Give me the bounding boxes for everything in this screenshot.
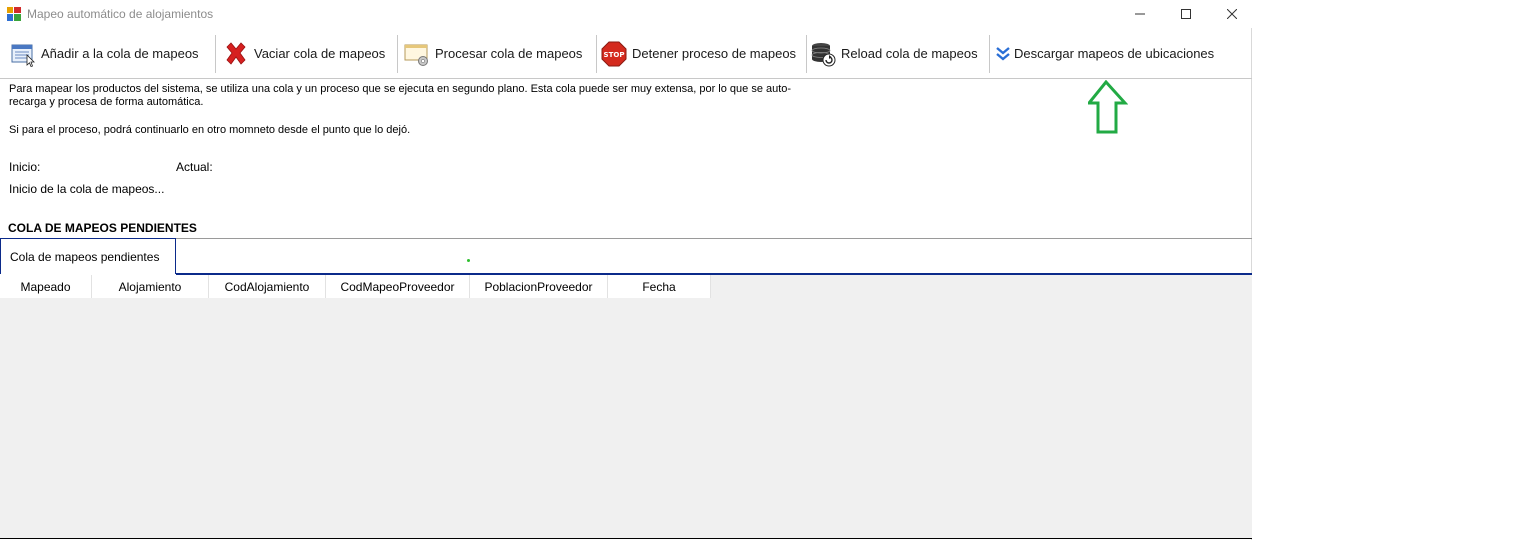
toolbar: Añadir a la cola de mapeos Vaciar cola d… <box>0 29 1252 79</box>
stop-process-label: Detener proceso de mapeos <box>632 46 797 61</box>
actual-label: Actual: <box>176 160 213 174</box>
section-divider <box>0 238 1252 239</box>
reload-queue-button[interactable]: Reload cola de mapeos <box>810 29 978 78</box>
stop-process-button[interactable]: STOP Detener proceso de mapeos <box>601 29 796 78</box>
app-icon <box>7 7 21 21</box>
column-header-mapeado[interactable]: Mapeado <box>0 275 92 298</box>
description-line-1: Para mapear los productos del sistema, s… <box>9 83 792 95</box>
toolbar-separator <box>596 35 597 73</box>
process-queue-button[interactable]: Procesar cola de mapeos <box>404 29 582 78</box>
minimize-button[interactable] <box>1117 0 1163 28</box>
column-header-fecha[interactable]: Fecha <box>608 275 711 298</box>
annotation-arrow-up-icon <box>1088 80 1128 134</box>
toolbar-separator <box>806 35 807 73</box>
minimize-icon <box>1135 13 1145 15</box>
description-line-3: Si para el proceso, podrá continuarlo en… <box>9 124 411 136</box>
window-title: Mapeo automático de alojamientos <box>27 7 214 21</box>
database-reload-icon <box>810 41 836 67</box>
reload-queue-label: Reload cola de mapeos <box>841 46 978 61</box>
stop-sign-icon: STOP <box>601 41 627 67</box>
add-to-queue-icon <box>10 41 36 67</box>
close-button[interactable] <box>1209 0 1255 28</box>
activity-dot <box>467 259 470 262</box>
process-queue-label: Procesar cola de mapeos <box>435 46 583 61</box>
download-location-mappings-button[interactable]: Descargar mapeos de ubicaciones <box>995 29 1214 78</box>
column-header-codalojamiento[interactable]: CodAlojamiento <box>209 275 326 298</box>
title-bar: Mapeo automático de alojamientos <box>0 0 1252 28</box>
svg-text:STOP: STOP <box>604 51 625 59</box>
maximize-icon <box>1181 9 1191 19</box>
download-location-mappings-label: Descargar mapeos de ubicaciones <box>1014 46 1215 61</box>
pending-queue-grid[interactable]: Mapeado Alojamiento CodAlojamiento CodMa… <box>0 275 1252 539</box>
add-to-queue-button[interactable]: Añadir a la cola de mapeos <box>10 29 199 78</box>
main-window: Mapeo automático de alojamientos Añadir … <box>0 0 1252 540</box>
tab-pending-queue[interactable]: Cola de mapeos pendientes <box>0 238 176 274</box>
toolbar-separator <box>215 35 216 73</box>
empty-queue-label: Vaciar cola de mapeos <box>254 46 386 61</box>
grid-header-row: Mapeado Alojamiento CodAlojamiento CodMa… <box>0 275 711 298</box>
column-header-codmapeoproveedor[interactable]: CodMapeoProveedor <box>326 275 470 298</box>
double-chevron-down-icon <box>995 41 1011 67</box>
column-header-alojamiento[interactable]: Alojamiento <box>92 275 209 298</box>
add-to-queue-label: Añadir a la cola de mapeos <box>41 46 199 61</box>
column-header-poblacionproveedor[interactable]: PoblacionProveedor <box>470 275 608 298</box>
maximize-button[interactable] <box>1163 0 1209 28</box>
inicio-label: Inicio: <box>9 160 41 174</box>
queue-section-title: COLA DE MAPEOS PENDIENTES <box>8 221 197 235</box>
process-gear-icon <box>404 41 430 67</box>
red-x-icon <box>223 41 249 67</box>
status-message: Inicio de la cola de mapeos... <box>9 182 165 196</box>
toolbar-separator <box>397 35 398 73</box>
empty-queue-button[interactable]: Vaciar cola de mapeos <box>223 29 385 78</box>
toolbar-separator <box>989 35 990 73</box>
close-icon <box>1227 9 1237 19</box>
description-line-2: recarga y procesa de forma automática. <box>9 96 204 108</box>
